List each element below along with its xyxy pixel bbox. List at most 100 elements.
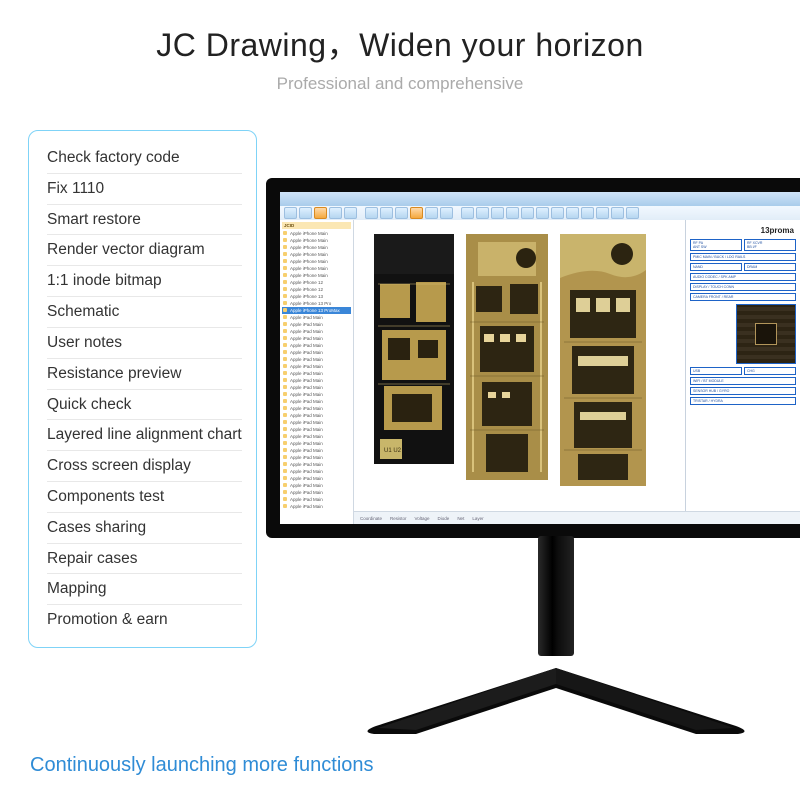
tree-item[interactable]: Apple iPad Main	[282, 391, 351, 398]
toolbar-button[interactable]	[536, 207, 549, 219]
toolbar-button[interactable]	[611, 207, 624, 219]
schematic-block: RF XCVRBB I/F	[744, 239, 796, 251]
toolbar-button[interactable]	[284, 207, 297, 219]
schematic-block: SENSOR HUB / GYRO	[690, 387, 796, 395]
tree-item[interactable]: Apple iPhone Main	[282, 258, 351, 265]
tree-item[interactable]: Apple iPad Main	[282, 363, 351, 370]
pcb-board	[560, 234, 646, 486]
tree-item[interactable]: Apple iPad Main	[282, 405, 351, 412]
toolbar-button[interactable]	[596, 207, 609, 219]
tree-item[interactable]: Apple iPhone Main	[282, 265, 351, 272]
tree-item[interactable]: Apple iPad Main	[282, 412, 351, 419]
tree-item[interactable]: Apple iPad Main	[282, 321, 351, 328]
tree-item[interactable]: Apple iPad Main	[282, 468, 351, 475]
tree-item[interactable]: Apple iPad Main	[282, 461, 351, 468]
toolbar-button[interactable]	[581, 207, 594, 219]
tree-item[interactable]: Apple iPad Main	[282, 454, 351, 461]
toolbar-button[interactable]	[329, 207, 342, 219]
status-item: Coordinate	[360, 516, 382, 521]
tree-item[interactable]: Apple iPad Main	[282, 475, 351, 482]
model-tree[interactable]: JCID Apple iPhone MainApple iPhone MainA…	[280, 220, 354, 524]
toolbar-button[interactable]	[344, 207, 357, 219]
tree-item[interactable]: Apple iPhone Main	[282, 251, 351, 258]
toolbar-button[interactable]	[506, 207, 519, 219]
schematic-pane[interactable]: 13proma RF PAANT SW RF XCVRBB I/F PMIC M…	[685, 220, 800, 512]
status-item: Layer	[472, 516, 483, 521]
toolbar-button[interactable]	[314, 207, 327, 219]
tree-item[interactable]: Apple iPad Main	[282, 482, 351, 489]
toolbar-button[interactable]	[521, 207, 534, 219]
tree-item[interactable]: Apple iPad Main	[282, 433, 351, 440]
toolbar-button[interactable]	[491, 207, 504, 219]
tree-item[interactable]: Apple iPhone 13 Pro	[282, 300, 351, 307]
feature-item: Components test	[47, 482, 242, 513]
tree-item[interactable]: Apple iPad Main	[282, 398, 351, 405]
schematic-block: PMIC MAIN / BUCK / LDO RAILS	[690, 253, 796, 261]
window-titlebar	[280, 192, 800, 206]
tree-item[interactable]: Apple iPhone 12	[282, 279, 351, 286]
toolbar-button[interactable]	[566, 207, 579, 219]
toolbar-button[interactable]	[299, 207, 312, 219]
schematic-block: CHG	[744, 367, 796, 375]
schematic-block: NAND	[690, 263, 742, 271]
tree-item[interactable]: Apple iPhone Main	[282, 244, 351, 251]
tree-item[interactable]: Apple iPad Main	[282, 356, 351, 363]
schematic-block: AUDIO CODEC / SPK AMP	[690, 273, 796, 281]
tree-item[interactable]: Apple iPad Main	[282, 440, 351, 447]
tree-item[interactable]: Apple iPad Main	[282, 384, 351, 391]
tree-item[interactable]: Apple iPad Main	[282, 335, 351, 342]
feature-item: 1:1 inode bitmap	[47, 266, 242, 297]
tree-item[interactable]: Apple iPad Main	[282, 377, 351, 384]
schematic-block: DRAM	[744, 263, 796, 271]
svg-text:U1 U2: U1 U2	[384, 448, 402, 454]
monitor-stand-base	[356, 648, 756, 738]
feature-item: User notes	[47, 328, 242, 359]
toolbar-button[interactable]	[551, 207, 564, 219]
status-item: Voltage	[415, 516, 430, 521]
tree-item[interactable]: Apple iPad Main	[282, 328, 351, 335]
tree-item[interactable]: Apple iPhone 13	[282, 293, 351, 300]
feature-item: Render vector diagram	[47, 235, 242, 266]
schematic-block: RF PAANT SW	[690, 239, 742, 251]
schematic-block: TRISTAR / HYDRA	[690, 397, 796, 405]
tree-item[interactable]: Apple iPad Main	[282, 342, 351, 349]
feature-item: Check factory code	[47, 143, 242, 174]
schematic-block: WIFI / BT MODULE	[690, 377, 796, 385]
toolbar-button[interactable]	[461, 207, 474, 219]
tree-item[interactable]: Apple iPad Main	[282, 370, 351, 377]
toolbar-button[interactable]	[365, 207, 378, 219]
feature-item: Fix 1110	[47, 174, 242, 205]
toolbar-button[interactable]	[410, 207, 423, 219]
toolbar-button[interactable]	[626, 207, 639, 219]
tree-item[interactable]: Apple iPhone Main	[282, 237, 351, 244]
tree-item[interactable]: Apple iPad Main	[282, 349, 351, 356]
tree-item[interactable]: Apple iPad Main	[282, 314, 351, 321]
pcb-board	[466, 234, 548, 480]
tree-header: JCID	[282, 222, 351, 229]
feature-item: Mapping	[47, 574, 242, 605]
tree-item[interactable]: Apple iPad Main	[282, 426, 351, 433]
tree-item[interactable]: Apple iPhone 13 ProMax	[282, 307, 351, 314]
status-item: Diode	[438, 516, 450, 521]
feature-list: Check factory codeFix 1110Smart restoreR…	[28, 130, 257, 648]
toolbar-button[interactable]	[425, 207, 438, 219]
feature-item: Cross screen display	[47, 451, 242, 482]
tree-item[interactable]: Apple iPhone 12	[282, 286, 351, 293]
tree-item[interactable]: Apple iPad Main	[282, 503, 351, 510]
tree-item[interactable]: Apple iPad Main	[282, 447, 351, 454]
tree-item[interactable]: Apple iPhone Main	[282, 272, 351, 279]
toolbar-button[interactable]	[395, 207, 408, 219]
tree-item[interactable]: Apple iPhone Main	[282, 230, 351, 237]
tree-item[interactable]: Apple iPad Main	[282, 496, 351, 503]
schematic-title: 13proma	[690, 226, 796, 235]
feature-item: Repair cases	[47, 544, 242, 575]
tree-item[interactable]: Apple iPad Main	[282, 419, 351, 426]
product-monitor: JCID Apple iPhone MainApple iPhone MainA…	[266, 178, 800, 758]
status-bar: CoordinateResistorVoltageDiodeNetLayer	[354, 511, 800, 524]
toolbar-button[interactable]	[380, 207, 393, 219]
feature-item: Cases sharing	[47, 513, 242, 544]
tree-item[interactable]: Apple iPad Main	[282, 489, 351, 496]
toolbar-button[interactable]	[440, 207, 453, 219]
toolbar-button[interactable]	[476, 207, 489, 219]
status-item: Resistor	[390, 516, 407, 521]
